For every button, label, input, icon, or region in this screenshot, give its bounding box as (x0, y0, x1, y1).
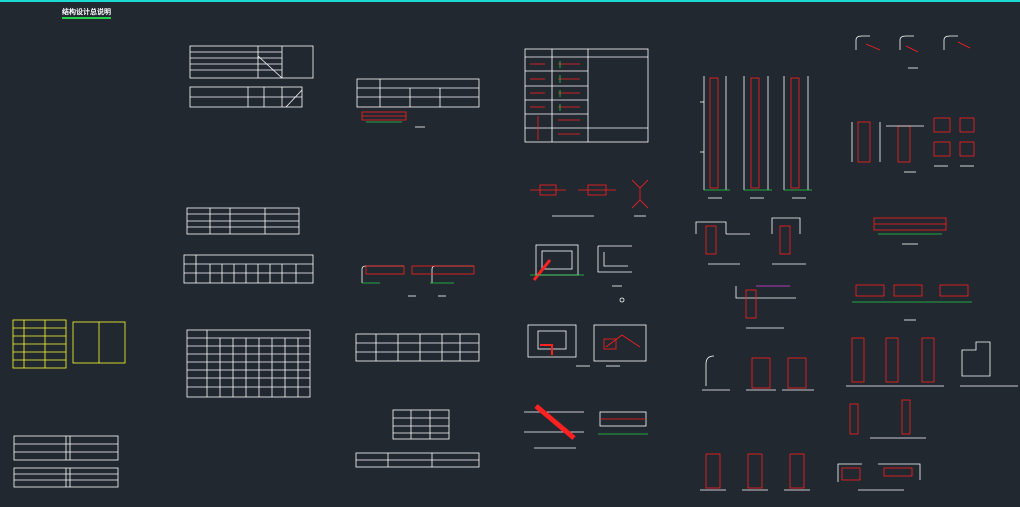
yellow-legend (12, 319, 126, 369)
wall-end-details (702, 355, 814, 391)
general-notes-table-1 (189, 45, 314, 79)
column-section-details (530, 179, 649, 217)
slab-opening-detail-2 (597, 245, 632, 303)
legend-table-bottom (13, 435, 119, 488)
wall-column-details (846, 337, 1018, 387)
slab-opening-detail-3 (527, 324, 590, 367)
column-bottom-details (700, 453, 810, 491)
stirrup-table (355, 333, 480, 362)
lap-length-table (186, 329, 311, 398)
slab-opening-detail-4 (593, 324, 647, 367)
bottom-beam-details (837, 463, 921, 491)
slab-opening-detail-1 (530, 244, 584, 281)
beam-section-long (873, 217, 947, 245)
diagonal-beam-detail (524, 404, 584, 449)
wall-vertical-bars (849, 399, 926, 439)
beam-hook-detail-2 (411, 265, 475, 297)
beam-sections-small (852, 284, 972, 321)
wall-elevation-2 (743, 76, 772, 199)
beam-hook-detail-1 (361, 265, 416, 297)
hook-details-top (855, 35, 971, 69)
joint-detail-1 (695, 221, 750, 265)
wall-elevation-3 (783, 76, 812, 199)
small-detail-1 (361, 111, 425, 128)
joint-detail-3 (735, 285, 796, 329)
cover-table (392, 409, 450, 440)
beam-column-joints (851, 117, 975, 173)
general-notes-table-2 (189, 86, 303, 108)
cover-table-2 (355, 452, 480, 468)
anchorage-table (183, 254, 314, 284)
wall-elevation-1 (700, 76, 730, 199)
joint-detail-2 (771, 217, 806, 265)
slab-edge-detail (598, 411, 648, 435)
concrete-grade-table (356, 78, 480, 108)
material-table (186, 207, 300, 235)
cad-drawing (12, 35, 1018, 491)
opening-reinforcement-table (524, 48, 649, 143)
cad-model-space[interactable]: 结构设计总说明 (0, 0, 1020, 505)
